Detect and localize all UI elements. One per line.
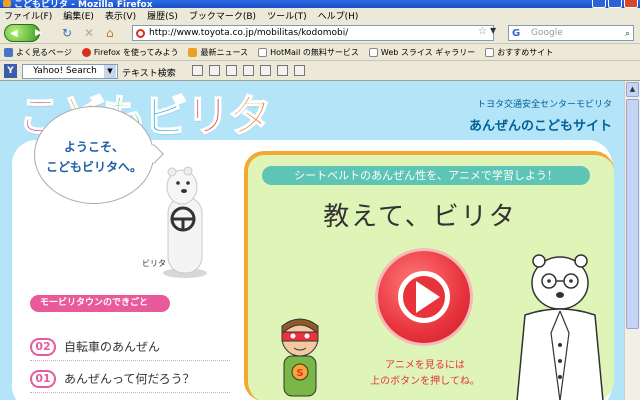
menu-bookmarks[interactable]: ブックマーク(B): [189, 9, 256, 22]
forward-arrow-icon[interactable]: ▶: [35, 28, 42, 38]
site-favicon-icon: [136, 29, 145, 38]
yahoo-toolbar: Y Yahoo! Search ▼ テキスト検索: [0, 61, 640, 81]
url-bar[interactable]: http://www.toyota.co.jp/mobilitas/kodomo…: [132, 25, 494, 41]
bookmark-hotmail[interactable]: HotMail の無料サービス: [258, 47, 359, 58]
bookmark-getting-started[interactable]: Firefox を使ってみよう: [81, 47, 178, 58]
grid-icon[interactable]: [277, 65, 288, 76]
menu-view[interactable]: 表示(V): [105, 9, 136, 22]
panel-heading: 教えて、ビリタ: [323, 202, 517, 232]
back-button[interactable]: ◀ ▶: [4, 24, 42, 42]
window-titlebar: こどもビリタ - Mozilla Firefox: [0, 0, 640, 8]
search-placeholder: Google: [531, 28, 563, 38]
event-item-bicycle[interactable]: 02 自転車のあんぜん: [30, 333, 230, 361]
binoculars-icon[interactable]: [192, 65, 203, 76]
bookmark-most-visited[interactable]: よく見るページ: [4, 47, 72, 58]
menu-history[interactable]: 履歴(S): [147, 9, 178, 22]
page-icon: [485, 47, 495, 57]
seatbelt-banner: シートベルトのあんぜん性を、アニメで学習しよう！: [262, 166, 590, 185]
menu-edit[interactable]: 編集(E): [63, 9, 94, 22]
rss-icon: [188, 47, 198, 57]
yahoo-search-select[interactable]: Yahoo! Search ▼: [22, 64, 118, 79]
menu-help[interactable]: ヘルプ(H): [318, 9, 359, 22]
url-dropdown-icon[interactable]: ▼: [490, 26, 496, 35]
url-text: http://www.toyota.co.jp/mobilitas/kodomo…: [149, 28, 349, 38]
firefox-icon: [3, 0, 11, 7]
event-number: 02: [30, 337, 56, 356]
printer-icon[interactable]: [294, 65, 305, 76]
bookmark-latest-news[interactable]: 最新ニュース: [188, 47, 248, 58]
event-item-safety[interactable]: 01 あんぜんって何だろう？: [30, 365, 230, 393]
window-icon[interactable]: [243, 65, 254, 76]
yahoo-toolbar-icons: [192, 65, 305, 76]
bookmark-web-slice[interactable]: Web スライス ギャラリー: [368, 47, 475, 58]
search-input[interactable]: G Google ⌕: [508, 25, 634, 41]
caption-line-2: 上のボタンを押してね。: [370, 376, 480, 387]
page-icon: [258, 47, 268, 57]
close-button[interactable]: [624, 0, 638, 8]
back-arrow-icon: ◀: [10, 28, 18, 39]
play-icon: [416, 281, 440, 313]
scroll-up-icon[interactable]: ▲: [626, 82, 639, 97]
event-number: 01: [30, 369, 56, 388]
menu-tools[interactable]: ツール(T): [267, 9, 307, 22]
sponsor-block: トヨタ交通安全センターモビリタ あんぜんのこどもサイト: [469, 97, 612, 134]
firefox-icon: [81, 47, 91, 57]
google-icon[interactable]: G: [512, 27, 520, 40]
professor-bear-icon: [516, 254, 604, 400]
events-title: モービリタウンのできごと: [30, 295, 170, 312]
welcome-line-2: こどもビリタへ。: [45, 160, 142, 174]
chevron-down-icon[interactable]: ▼: [104, 65, 116, 78]
event-label: 自転車のあんぜん: [64, 340, 161, 354]
bookmark-suggested-sites[interactable]: おすすめサイト: [485, 47, 553, 58]
logo-char: リ: [185, 90, 231, 143]
welcome-line-1: ようこそ、: [63, 140, 124, 154]
folder-icon[interactable]: [260, 65, 271, 76]
page-content: こ ど も ビ リ タ トヨタ交通安全センターモビリタ あんぜんのこどもサイト …: [0, 81, 640, 400]
vertical-scrollbar[interactable]: ▲: [624, 81, 640, 400]
page-icon: [368, 47, 378, 57]
menu-file[interactable]: ファイル(F): [4, 9, 52, 22]
window-icon[interactable]: [226, 65, 237, 76]
yahoo-logo-icon[interactable]: Y: [4, 64, 17, 78]
menu-bar: ファイル(F) 編集(E) 表示(V) 履歴(S) ブックマーク(B) ツール(…: [0, 8, 640, 22]
minimize-button[interactable]: [592, 0, 606, 8]
reload-icon[interactable]: ↻: [62, 26, 72, 40]
caption-line-1: アニメを見るには: [385, 360, 465, 371]
navigation-toolbar: ◀ ▶ ↻ ✕ ⌂ http://www.toyota.co.jp/mobili…: [0, 22, 640, 44]
window-icon[interactable]: [209, 65, 220, 76]
welcome-bubble: ようこそ、 こどもビリタへ。: [34, 106, 164, 204]
hero-badge-letter: S: [296, 368, 303, 379]
stop-icon[interactable]: ✕: [84, 26, 94, 40]
event-label: あんぜんって何だろう？: [64, 372, 195, 386]
play-animation-button[interactable]: [378, 251, 470, 343]
text-search-button[interactable]: テキスト検索: [122, 66, 176, 79]
home-icon[interactable]: ⌂: [106, 26, 114, 40]
logo-char: タ: [227, 90, 273, 143]
play-caption: アニメを見るには 上のボタンを押してね。: [360, 358, 490, 390]
search-icon[interactable]: ⌕: [625, 27, 630, 40]
maximize-button[interactable]: [608, 0, 622, 8]
bookmark-star-icon[interactable]: ☆: [478, 26, 487, 37]
sponsor-name[interactable]: トヨタ交通安全センターモビリタ: [469, 97, 612, 110]
bookmark-icon: [4, 47, 13, 57]
bear-name-label: ビリタ: [142, 259, 166, 268]
window-title: こどもビリタ - Mozilla Firefox: [14, 0, 153, 8]
site-subtitle: あんぜんのこどもサイト: [468, 119, 612, 134]
scrollbar-thumb[interactable]: [626, 99, 639, 329]
bookmarks-toolbar: よく見るページ Firefox を使ってみよう 最新ニュース HotMail の…: [0, 44, 640, 61]
window-controls: [592, 0, 638, 8]
kid-mascot-icon: S: [281, 318, 319, 397]
